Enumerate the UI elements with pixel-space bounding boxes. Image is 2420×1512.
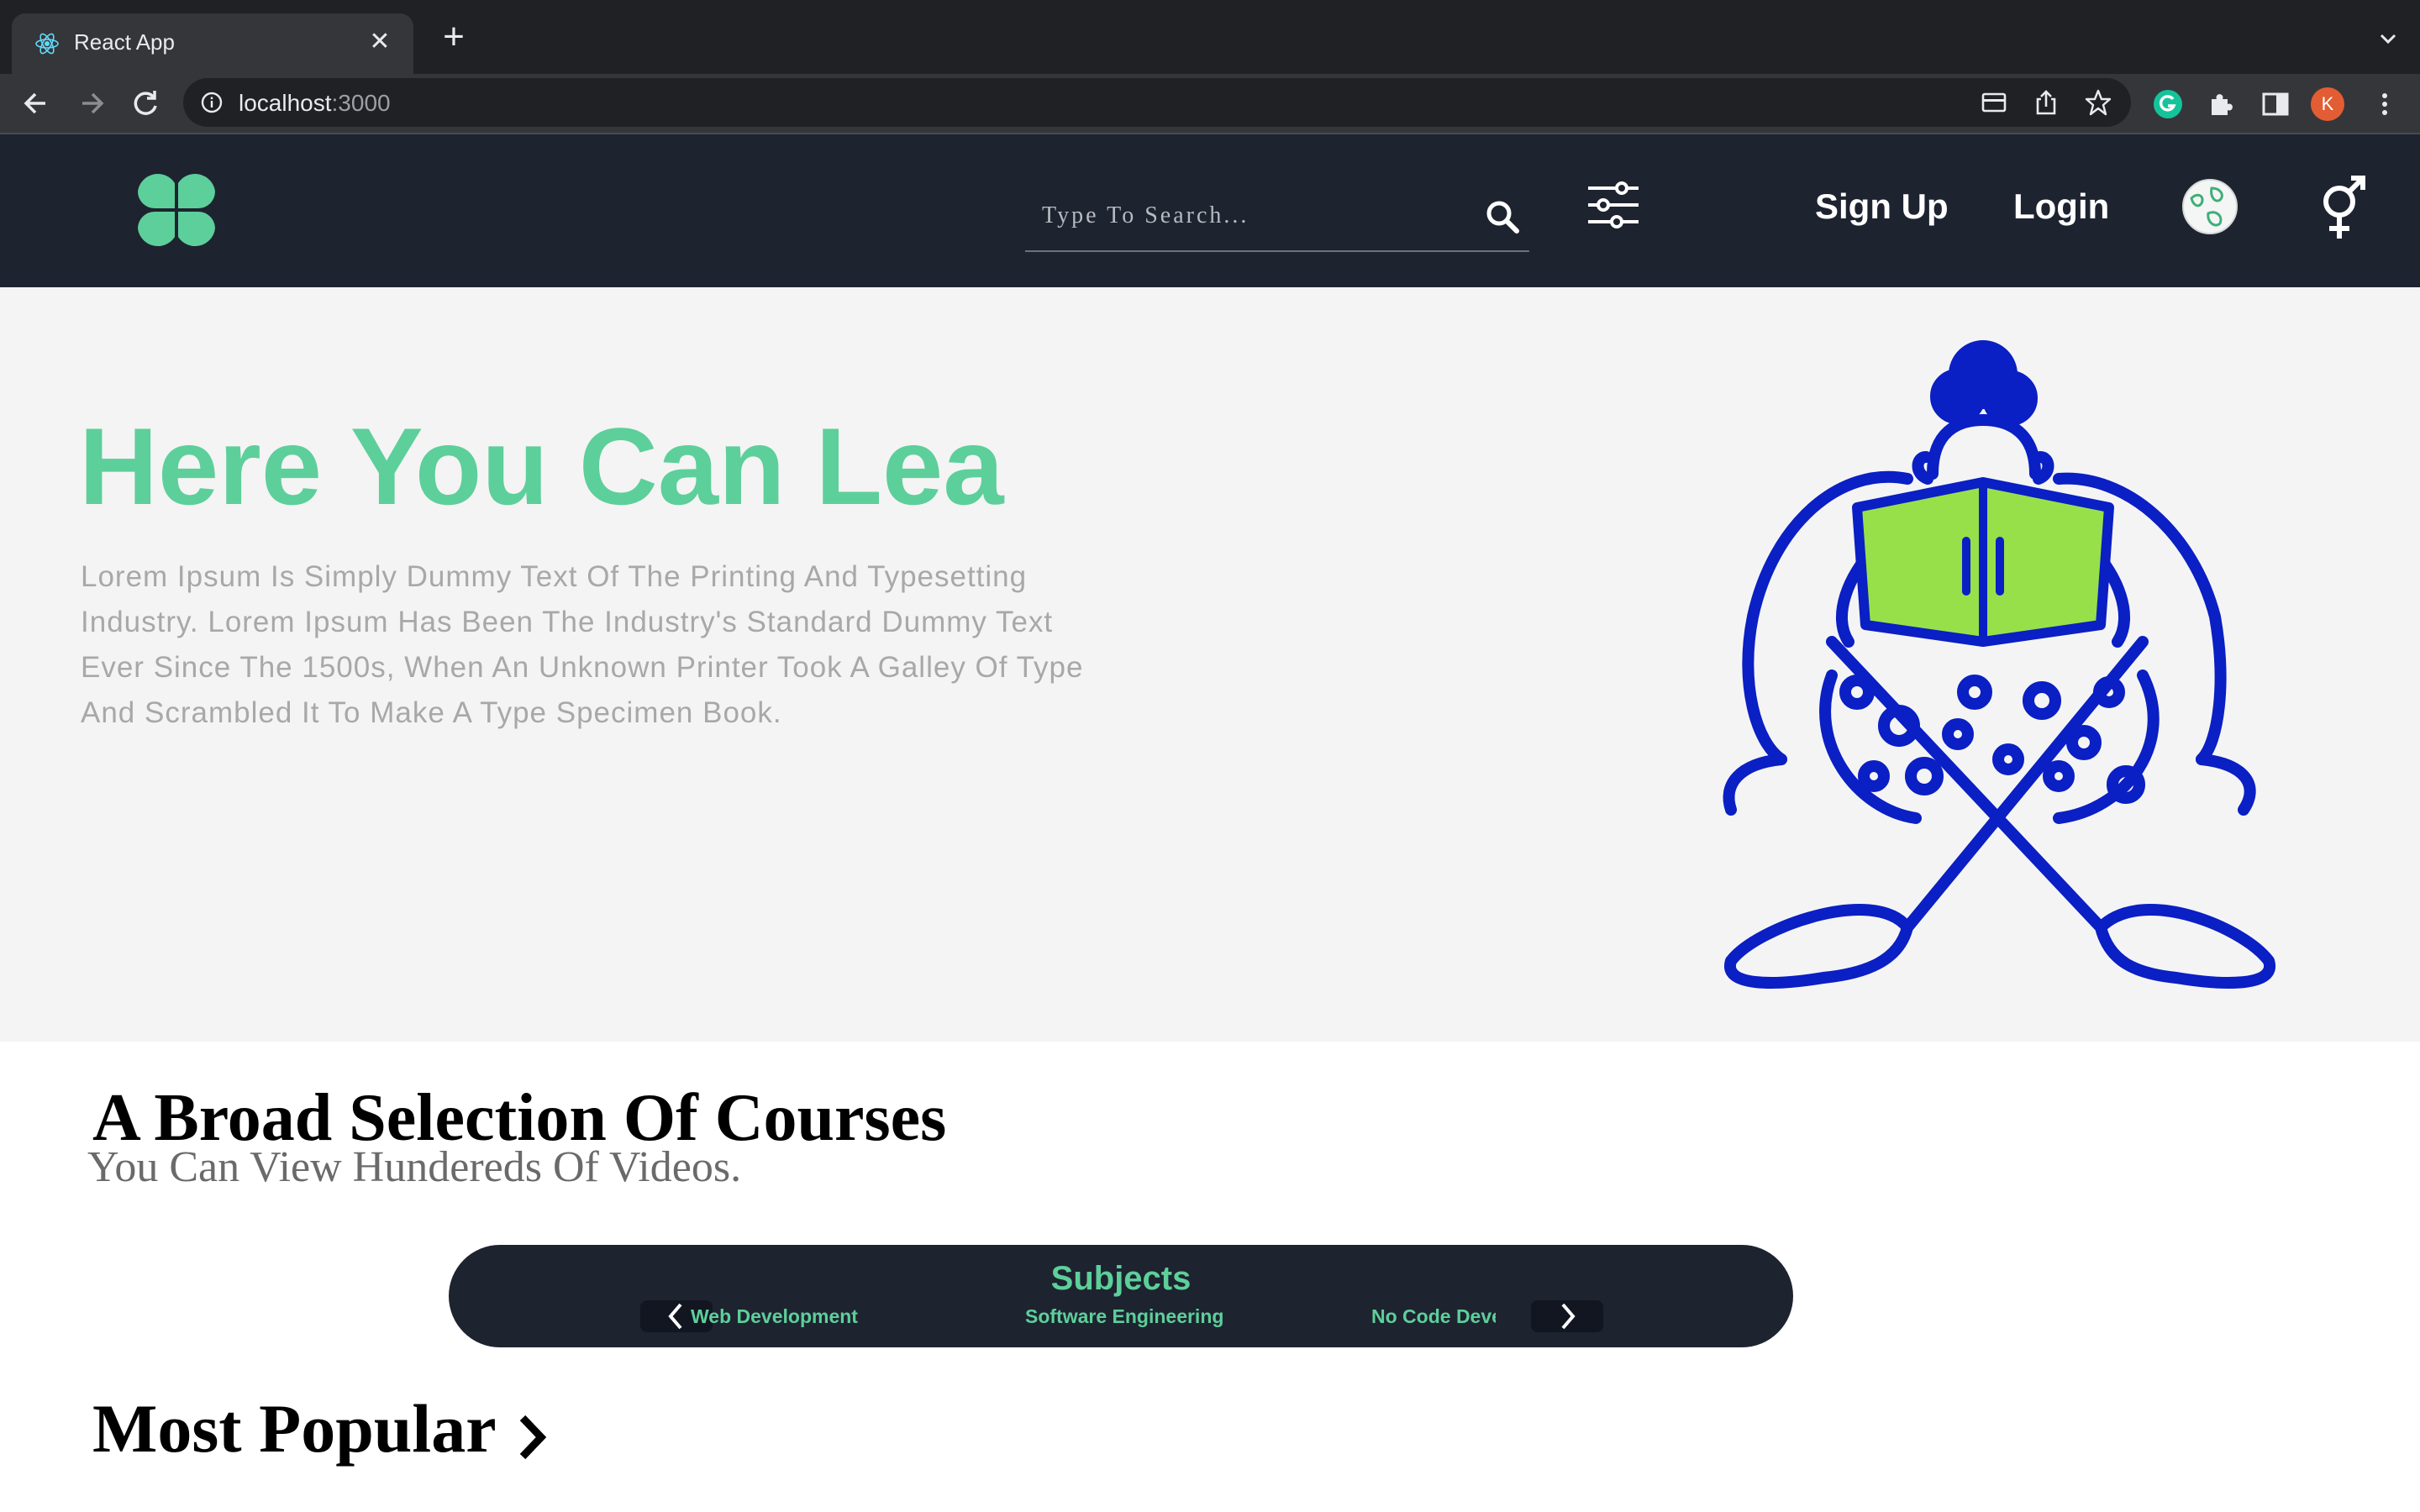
tab-title: React App (74, 29, 175, 55)
info-icon[interactable] (200, 91, 224, 114)
chevron-down-icon[interactable] (2373, 24, 2403, 54)
browser-toolbar: localhost:3000 K (0, 74, 2420, 134)
address-bar[interactable]: localhost:3000 (183, 78, 2131, 127)
search-box (1025, 180, 1529, 252)
signup-link[interactable]: Sign Up (1815, 186, 1949, 227)
new-tab-icon[interactable]: + (437, 18, 471, 55)
hero-description: Lorem Ipsum Is Simply Dummy Text Of The … (81, 560, 1084, 729)
logo-icon[interactable] (134, 168, 218, 252)
profile-avatar[interactable]: K (2311, 87, 2344, 121)
subject-item-clip: No Code Development (1371, 1300, 1496, 1332)
subject-item-no-code-development[interactable]: No Code Development (1371, 1305, 1496, 1328)
chevron-right-icon (1561, 1303, 1576, 1330)
hero-section: Here You Can Lea Lorem Ipsum Is Simply D… (0, 287, 2420, 1042)
subject-item-software-engineering[interactable]: Software Engineering (1025, 1305, 1223, 1328)
url-host: localhost (239, 90, 332, 116)
filter-sliders-icon[interactable] (1585, 176, 1642, 234)
carousel-next-button[interactable] (1531, 1300, 1603, 1332)
reading-person-illustration (1723, 340, 2275, 989)
chevron-right-icon[interactable] (516, 1411, 550, 1463)
browser-tab-strip: React App ✕ + (0, 0, 2420, 74)
close-tab-icon[interactable]: ✕ (363, 25, 397, 59)
browser-tab[interactable]: React App ✕ (12, 13, 413, 74)
back-icon[interactable] (15, 82, 57, 124)
search-input[interactable] (1040, 198, 1464, 234)
most-popular-title: Most Popular (92, 1390, 497, 1467)
extensions-icon[interactable] (2205, 87, 2238, 121)
url-text[interactable]: localhost:3000 (239, 90, 391, 117)
subjects-title: Subjects (1050, 1260, 1192, 1297)
card-icon[interactable] (1980, 88, 2008, 117)
gender-icon[interactable] (2316, 171, 2370, 242)
menu-dots-icon[interactable] (2368, 87, 2402, 121)
forward-icon[interactable] (71, 82, 113, 124)
subjects-carousel: Subjects Web Development Software Engine… (449, 1245, 1793, 1347)
grammarly-icon[interactable] (2151, 87, 2185, 121)
hero-title: Here You Can Lea (79, 405, 1004, 528)
share-icon[interactable] (2032, 88, 2060, 117)
login-link[interactable]: Login (2013, 186, 2109, 227)
url-port: :3000 (331, 90, 391, 116)
globe-icon[interactable] (2180, 176, 2240, 237)
star-icon[interactable] (2084, 88, 2112, 117)
sidepanel-icon[interactable] (2259, 87, 2292, 121)
chevron-left-icon (668, 1303, 682, 1330)
subject-item-web-development[interactable]: Web Development (691, 1305, 858, 1328)
react-icon (35, 33, 59, 55)
reload-icon[interactable] (124, 82, 166, 124)
search-icon[interactable] (1484, 198, 1521, 235)
site-header: Sign Up Login (0, 134, 2420, 287)
courses-subtitle: You Can View Hundereds Of Videos. (87, 1143, 742, 1191)
